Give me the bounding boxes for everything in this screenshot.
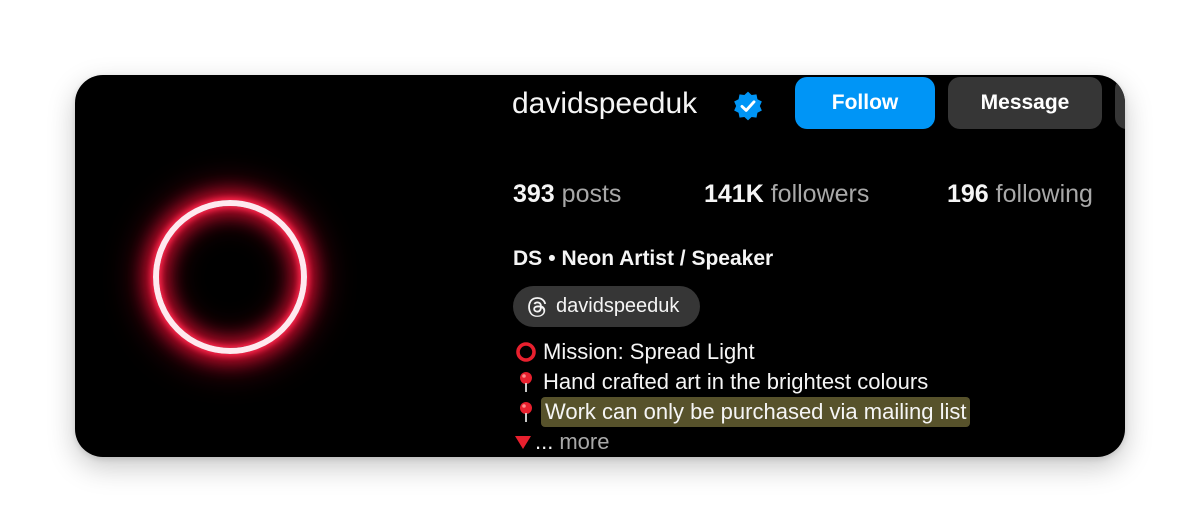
- bio-more-ellipsis: ...: [535, 429, 554, 454]
- stat-posts-label: posts: [561, 180, 622, 208]
- profile-card: davidspeeduk Follow Message 393 posts 14…: [75, 75, 1125, 457]
- bio-more-line[interactable]: ... more: [513, 427, 970, 457]
- red-circle-icon: [513, 339, 539, 365]
- verified-badge-icon: [734, 91, 762, 121]
- name-separator: •: [548, 247, 556, 270]
- stat-posts: 393 posts: [513, 177, 621, 211]
- pushpin-icon: [513, 369, 539, 395]
- profile-bio: Mission: Spread Light Hand crafted art i…: [513, 337, 971, 457]
- profile-display-name: DS: [513, 247, 543, 270]
- stat-following-count: 196: [947, 180, 989, 208]
- stat-following[interactable]: 196 following: [947, 177, 1093, 211]
- bio-line-text: Hand crafted art in the brightest colour…: [543, 369, 929, 394]
- threads-link-chip[interactable]: davidspeeduk: [513, 286, 700, 327]
- bio-line-text: Mission: Spread Light: [543, 339, 755, 364]
- bio-line: Work can only be purchased via mailing l…: [513, 397, 971, 427]
- message-button[interactable]: Message: [948, 77, 1102, 129]
- red-triangle-down-icon: [513, 429, 533, 455]
- profile-category: Neon Artist / Speaker: [561, 247, 774, 270]
- threads-handle: davidspeeduk: [556, 295, 680, 317]
- bio-more-link[interactable]: more: [559, 427, 609, 457]
- bio-line: Hand crafted art in the brightest colour…: [513, 367, 970, 397]
- stat-followers-count: 141K: [704, 180, 764, 208]
- stat-posts-count: 393: [513, 180, 555, 208]
- follow-button[interactable]: Follow: [795, 77, 935, 129]
- stat-following-label: following: [995, 180, 1093, 208]
- profile-name-line: DS • Neon Artist / Speaker: [513, 244, 773, 274]
- bio-highlighted-text: Work can only be purchased via mailing l…: [541, 397, 971, 427]
- stat-followers-label: followers: [770, 180, 870, 208]
- bio-line: Mission: Spread Light: [513, 337, 970, 367]
- profile-avatar[interactable]: [153, 200, 307, 354]
- stat-followers[interactable]: 141K followers: [704, 177, 869, 211]
- threads-icon: [528, 296, 547, 317]
- profile-username: davidspeeduk: [512, 87, 698, 120]
- pushpin-icon: [513, 399, 539, 425]
- more-options-button[interactable]: [1115, 77, 1125, 129]
